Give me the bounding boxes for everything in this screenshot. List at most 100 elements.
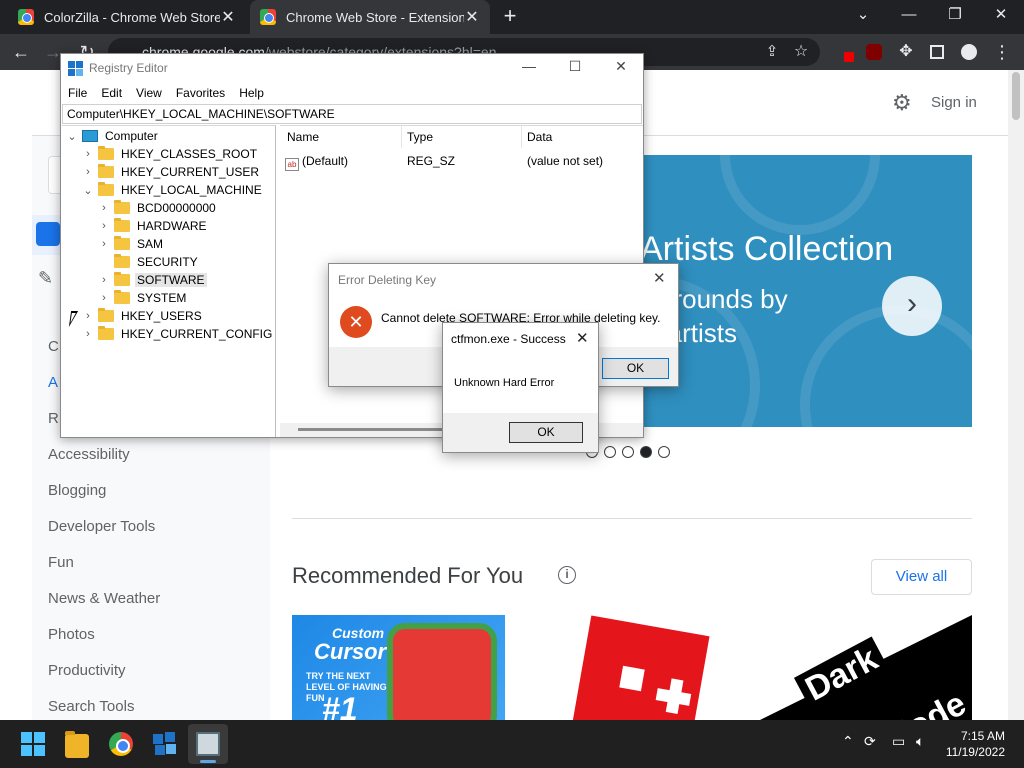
page-scrollbar[interactable] xyxy=(1008,70,1024,720)
volume-icon[interactable]: 🔈︎ xyxy=(916,733,924,750)
category-item[interactable]: Photos xyxy=(48,626,95,643)
settings-gear-icon[interactable]: ⚙ xyxy=(892,92,914,114)
category-recommended[interactable]: R xyxy=(48,410,59,427)
share-icon[interactable]: ⇪ xyxy=(760,40,784,64)
menu-help[interactable]: Help xyxy=(232,84,271,104)
chevron-right-icon[interactable]: › xyxy=(82,148,94,160)
bookmark-star-icon[interactable]: ☆ xyxy=(789,40,813,64)
tab-webstore-extensions[interactable]: Chrome Web Store - Extensions ✕ xyxy=(250,0,490,34)
ok-button[interactable]: OK xyxy=(602,358,669,379)
new-tab-button[interactable]: + xyxy=(498,4,522,28)
menu-file[interactable]: File xyxy=(61,84,94,104)
tree-node-hku[interactable]: › HKEY_USERS xyxy=(82,307,204,325)
close-button[interactable]: ✕ xyxy=(599,58,643,75)
menu-edit[interactable]: Edit xyxy=(94,84,129,104)
regedit-taskbar-icon[interactable] xyxy=(153,732,177,756)
tab-close-icon[interactable]: ✕ xyxy=(464,7,480,27)
category-item[interactable]: Accessibility xyxy=(48,446,130,463)
category-item[interactable]: Fun xyxy=(48,554,74,571)
carousel-dot-active[interactable] xyxy=(640,446,652,458)
menu-bar: File Edit View Favorites Help xyxy=(61,84,643,104)
tree-node-security[interactable]: SECURITY xyxy=(98,253,200,271)
chevron-down-icon[interactable]: ⌄ xyxy=(82,184,94,197)
chevron-right-icon[interactable]: › xyxy=(98,202,110,214)
back-icon[interactable]: ← xyxy=(9,40,33,64)
profile-avatar-icon[interactable] xyxy=(957,40,981,64)
sign-in-link[interactable]: Sign in xyxy=(931,94,977,111)
tab-close-icon[interactable]: ✕ xyxy=(220,7,236,27)
maximize-button[interactable]: ☐ xyxy=(553,58,597,75)
carousel-dot[interactable] xyxy=(604,446,616,458)
category-item[interactable]: News & Weather xyxy=(48,590,160,607)
file-explorer-icon[interactable] xyxy=(65,731,89,758)
info-icon[interactable]: i xyxy=(558,566,576,584)
menu-view[interactable]: View xyxy=(129,84,169,104)
folder-icon xyxy=(98,182,114,196)
tree-node-hklm[interactable]: ⌄ HKEY_LOCAL_MACHINE xyxy=(82,181,264,199)
close-icon[interactable]: ✕ xyxy=(653,269,666,287)
category-item[interactable]: Blogging xyxy=(48,482,106,499)
value-row-name[interactable]: ab (Default) xyxy=(285,154,348,171)
chevron-right-icon[interactable]: › xyxy=(98,274,110,286)
carousel-dot[interactable] xyxy=(658,446,670,458)
category-item[interactable]: Productivity xyxy=(48,662,126,679)
tree-node-hkcr[interactable]: › HKEY_CLASSES_ROOT xyxy=(82,145,259,163)
ok-button[interactable]: OK xyxy=(509,422,583,443)
tree-label: Computer xyxy=(105,129,158,143)
column-header-data[interactable]: Data xyxy=(527,130,552,144)
close-icon[interactable]: ✕ xyxy=(576,329,589,347)
sync-icon[interactable]: ⟳ xyxy=(864,733,876,750)
start-windows-icon[interactable] xyxy=(21,732,45,756)
tree-node-hkcu[interactable]: › HKEY_CURRENT_USER xyxy=(82,163,261,181)
ublock-extension-icon[interactable] xyxy=(862,40,886,64)
chevron-right-icon[interactable]: › xyxy=(82,328,94,340)
extensions-puzzle-icon[interactable]: ✥ xyxy=(894,40,918,64)
tree-node-sam[interactable]: › SAM xyxy=(98,235,165,253)
scrollbar-thumb[interactable] xyxy=(1012,72,1020,120)
chrome-menu-icon[interactable]: ⋮ xyxy=(990,40,1014,64)
menu-favorites[interactable]: Favorites xyxy=(169,84,232,104)
colorzilla-extension-icon[interactable] xyxy=(832,40,856,64)
tree-node-system[interactable]: › SYSTEM xyxy=(98,289,188,307)
tab-search-icon[interactable]: ⌄ xyxy=(840,0,886,34)
category-item[interactable]: Developer Tools xyxy=(48,518,155,535)
extension-card-custom-cursor[interactable]: Custom Cursor TRY THE NEXT LEVEL OF HAVI… xyxy=(292,615,505,720)
chevron-right-icon[interactable]: › xyxy=(98,238,110,250)
window-title: Registry Editor xyxy=(89,61,168,75)
view-all-button[interactable]: View all xyxy=(871,559,972,595)
minimize-button[interactable]: — xyxy=(886,0,932,34)
show-hidden-icons-chevron-icon[interactable]: ⌃ xyxy=(842,733,854,750)
extension-card-dark-mode[interactable]: Dark Mode xyxy=(760,615,972,720)
minimize-button[interactable]: — xyxy=(507,58,551,74)
chevron-right-icon[interactable]: › xyxy=(82,166,94,178)
carousel-dot[interactable] xyxy=(622,446,634,458)
extension-card-roblox[interactable] xyxy=(524,615,741,720)
restore-button[interactable]: ❐ xyxy=(932,0,978,34)
address-input[interactable]: Computer\HKEY_LOCAL_MACHINE\SOFTWARE xyxy=(62,104,642,124)
side-panel-icon[interactable] xyxy=(925,40,949,64)
tree-label: SAM xyxy=(137,237,164,251)
network-icon[interactable]: ▭ xyxy=(892,733,905,750)
tree-node-computer[interactable]: ⌄ Computer xyxy=(66,127,160,145)
chevron-right-icon[interactable]: › xyxy=(98,292,110,304)
column-header-type[interactable]: Type xyxy=(407,130,433,144)
window-titlebar[interactable]: Registry Editor — ☐ ✕ xyxy=(61,54,643,84)
scrollbar-thumb[interactable] xyxy=(298,428,448,431)
active-indicator xyxy=(200,760,216,763)
carousel-next-button[interactable]: › xyxy=(882,276,942,336)
tree-node-hkcc[interactable]: › HKEY_CURRENT_CONFIG xyxy=(82,325,274,343)
dialog-app-icon[interactable] xyxy=(196,732,220,756)
category-all[interactable]: A xyxy=(48,374,58,391)
column-header-name[interactable]: Name xyxy=(287,130,319,144)
tab-colorzilla[interactable]: ColorZilla - Chrome Web Store ✕ xyxy=(8,0,246,34)
chevron-right-icon[interactable]: › xyxy=(98,220,110,232)
chevron-down-icon[interactable]: ⌄ xyxy=(66,130,78,143)
tree-node-hardware[interactable]: › HARDWARE xyxy=(98,217,209,235)
close-window-button[interactable]: ✕ xyxy=(978,0,1024,34)
chrome-icon[interactable] xyxy=(109,732,133,756)
taskbar-clock[interactable]: 7:15 AM 11/19/2022 xyxy=(945,728,1005,760)
tree-node-software[interactable]: › SOFTWARE xyxy=(98,271,207,289)
themes-brush-icon[interactable]: ✎ xyxy=(38,268,53,289)
tree-node-bcd[interactable]: › BCD00000000 xyxy=(98,199,218,217)
category-item[interactable]: Search Tools xyxy=(48,698,134,715)
